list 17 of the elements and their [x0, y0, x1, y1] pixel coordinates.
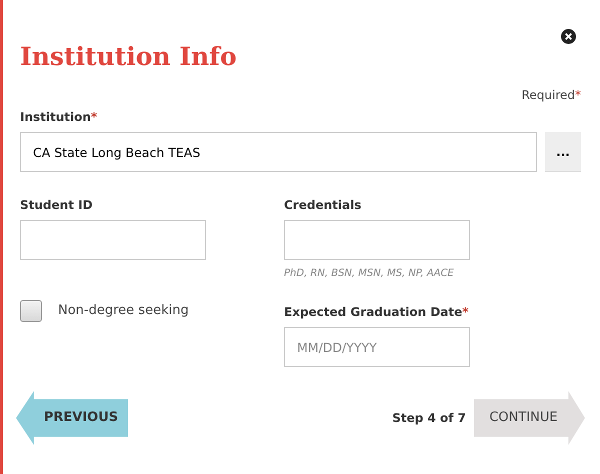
field-label: Credentials	[284, 197, 362, 214]
field-label: Institution*	[20, 109, 98, 126]
required-note: Required*	[522, 87, 581, 104]
dialog-title: Institution Info	[20, 41, 237, 73]
step-indicator: Step 4 of 7	[392, 410, 466, 427]
student-id-field[interactable]	[20, 220, 206, 260]
field-label: Expected Graduation Date*	[284, 304, 470, 321]
date-field[interactable]: MM/DD/YYYY	[284, 327, 470, 367]
checkbox[interactable]	[20, 300, 42, 322]
checkbox-label: Non-degree seeking	[58, 302, 189, 320]
field-label: Student ID	[20, 197, 94, 214]
close-icon[interactable]	[561, 29, 576, 44]
browse-button[interactable]: ...	[545, 132, 581, 172]
previous-button[interactable]: PREVIOUS	[16, 391, 128, 445]
hint-text: PhD, RN, BSN, MSN, MS, NP, AACE	[284, 267, 455, 281]
institution-field[interactable]: CA State Long Beach TEAS	[20, 132, 537, 172]
credentials-field[interactable]	[284, 220, 470, 260]
